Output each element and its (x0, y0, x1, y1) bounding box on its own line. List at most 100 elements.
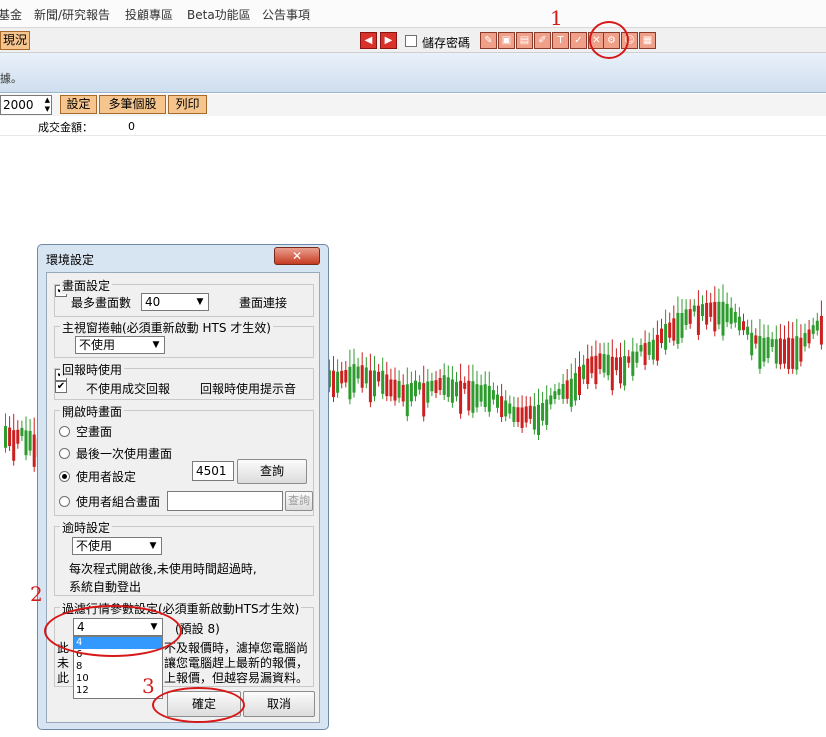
candle (479, 374, 483, 407)
radio-last[interactable] (59, 448, 70, 459)
candle (520, 395, 524, 433)
query-button[interactable]: 查詢 (237, 459, 307, 484)
filter-option[interactable]: 8 (74, 661, 162, 673)
candle (791, 322, 795, 374)
spinner-arrows-icon[interactable]: ▲ ▼ (45, 96, 50, 114)
print-button[interactable]: 列印 (168, 95, 207, 114)
candle (463, 376, 467, 394)
candle (643, 330, 647, 370)
menu-beta[interactable]: Beta功能區 (187, 6, 251, 23)
candle (737, 307, 741, 336)
edit-icon[interactable]: ✐ (534, 32, 551, 49)
candle (434, 371, 438, 398)
radio-user[interactable] (59, 471, 70, 482)
candle (516, 397, 520, 428)
candle (360, 352, 364, 393)
annotation-1: 1 (550, 6, 563, 30)
radio-empty[interactable] (59, 426, 70, 437)
candle (397, 370, 401, 403)
candle (655, 320, 659, 366)
save-password-checkbox[interactable] (405, 35, 417, 47)
right-arrow-icon[interactable]: ▶ (380, 32, 397, 49)
timeout-group: 逾時設定 不使用 ▼ 每次程式開啟後,未使用時間超過時, 系統自動登出 (54, 519, 314, 596)
window-icon[interactable]: ▣ (498, 32, 515, 49)
candle (356, 357, 360, 384)
startup-group-title: 開啟時畫面 (60, 403, 125, 420)
candle (32, 417, 36, 472)
candle (594, 340, 598, 390)
cancel-button[interactable]: 取消 (243, 691, 315, 717)
candle (606, 342, 610, 381)
candle (541, 391, 545, 426)
candle (352, 348, 356, 398)
candle (332, 356, 335, 403)
candle (590, 345, 594, 379)
menu-advisor[interactable]: 投顧專區 (125, 6, 173, 23)
query2-button[interactable]: 查詢 (285, 491, 313, 511)
status-band: 據。 (0, 53, 826, 93)
set-button[interactable]: 設定 (60, 95, 97, 114)
screen-group-title: 畫面設定 (60, 277, 113, 294)
text-icon[interactable]: T (552, 32, 569, 49)
report-sound-checkbox[interactable]: ✔ (55, 381, 67, 393)
chevron-down-icon: ▼ (149, 541, 157, 551)
candle (623, 340, 627, 391)
candle (692, 299, 696, 317)
candle (627, 349, 631, 368)
count-spinner[interactable]: 2000 ▲ ▼ (0, 95, 52, 115)
candle (561, 373, 565, 404)
pen-icon[interactable]: ✎ (480, 32, 497, 49)
status-button[interactable]: 現況 (0, 31, 30, 50)
candle (475, 370, 479, 413)
candle (4, 413, 7, 453)
no-deal-report-label: 不使用成交回報 (86, 382, 171, 396)
candle (639, 338, 643, 357)
candle (770, 331, 774, 352)
candle (459, 363, 463, 419)
layout-icon[interactable]: ▦ (639, 32, 656, 49)
radio-combo[interactable] (59, 496, 70, 507)
report-group: 回報時使用 ✔ 不使用成交回報 ✔ 回報時使用提示音 (54, 361, 314, 400)
candle (491, 382, 495, 405)
left-arrow-icon[interactable]: ◀ (360, 32, 377, 49)
timeout-desc-1: 每次程式開啟後,未使用時間超過時, (69, 562, 257, 576)
report-sound-label: 回報時使用提示音 (200, 382, 297, 396)
turnover-value: 0 (128, 120, 135, 133)
candle (819, 300, 823, 350)
candle (733, 303, 737, 328)
printer-icon[interactable]: ▤ (516, 32, 533, 49)
candle (778, 323, 782, 370)
menu-news[interactable]: 新聞/研究報告 (34, 6, 110, 23)
radio-user-label: 使用者設定 (76, 470, 137, 484)
candle (364, 357, 368, 389)
combo-input[interactable] (167, 491, 283, 511)
user-setting-input[interactable]: 4501 (192, 461, 234, 481)
candle (504, 390, 508, 422)
filter-desc-3: 上報價，但越容易漏資料。 (164, 671, 309, 685)
menu-announcement[interactable]: 公告事項 (262, 6, 310, 23)
timeout-select[interactable]: 不使用 ▼ (72, 537, 162, 555)
menu-bar: 基金 新聞/研究報告 投顧專區 Beta功能區 公告事項 (0, 0, 826, 28)
close-icon[interactable]: ✕ (274, 247, 320, 265)
candle (405, 367, 409, 422)
candle (803, 323, 807, 352)
candle (16, 420, 20, 449)
multi-stock-button[interactable]: 多筆個股 (99, 95, 166, 114)
max-screens-select[interactable]: 40 ▼ (141, 293, 209, 311)
candle (598, 343, 602, 375)
candle (401, 374, 405, 407)
annotation-2: 2 (30, 582, 43, 606)
scroll-group-title: 主視窗捲軸(必須重新啟動 HTS 才生效) (60, 319, 273, 336)
candle (705, 290, 709, 330)
check-icon[interactable]: ✓ (570, 32, 587, 49)
candle (602, 342, 606, 378)
candle (614, 348, 618, 376)
scroll-select[interactable]: 不使用 ▼ (75, 336, 165, 354)
candle (725, 292, 729, 328)
turnover-label: 成交金額： (38, 121, 93, 134)
candle (483, 371, 487, 412)
screen-connect-label: 畫面連接 (239, 296, 288, 310)
candle (701, 295, 704, 322)
startup-group: 開啟時畫面 空畫面 最後一次使用畫面 使用者設定 4501 查詢 使用者組合畫面… (54, 403, 314, 516)
menu-fund[interactable]: 基金 (0, 6, 22, 23)
